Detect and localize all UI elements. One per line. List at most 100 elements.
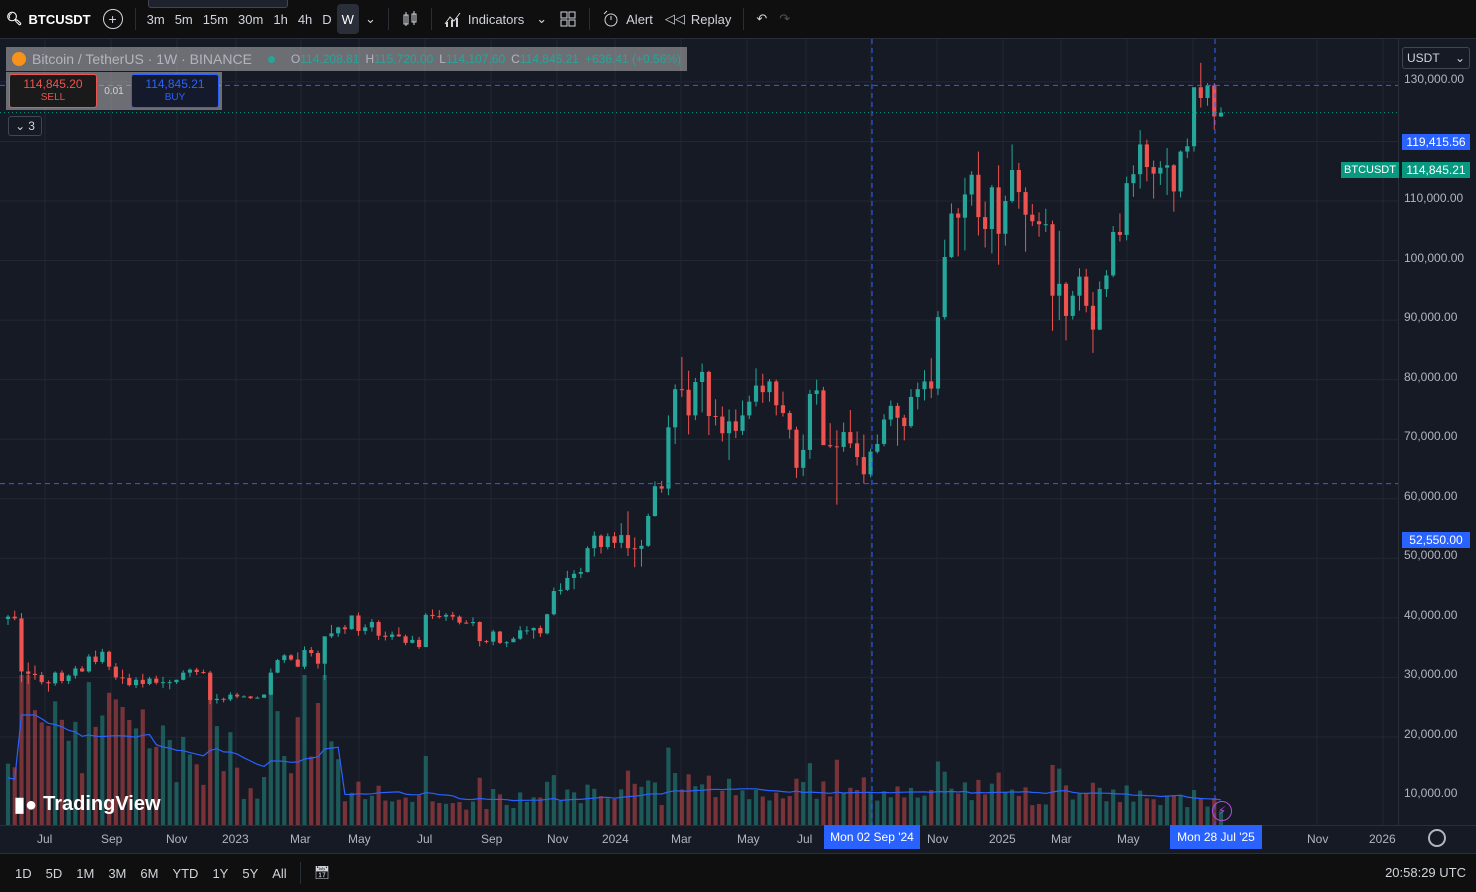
volume-bar: [1057, 768, 1062, 825]
symbol-search-button[interactable]: 🔍︎ BTCUSDT: [0, 4, 97, 34]
candle-body: [113, 666, 118, 678]
timeframe-5m[interactable]: 5m: [170, 4, 198, 34]
chart-pane[interactable]: [0, 39, 1398, 825]
time-label: Jul: [797, 832, 813, 846]
volume-bar: [302, 675, 307, 825]
layout-button[interactable]: [553, 4, 583, 34]
range-3m[interactable]: 3M: [101, 866, 133, 881]
volume-bar: [349, 792, 354, 825]
currency-select[interactable]: USDT ⌄: [1402, 47, 1470, 69]
candle-body: [531, 627, 536, 631]
candle-body: [106, 651, 112, 667]
tradingview-logo: ▮● TradingView: [14, 792, 161, 817]
timeframe-4h[interactable]: 4h: [293, 4, 317, 34]
candle-body: [733, 421, 738, 431]
candle-body: [774, 381, 779, 406]
volume-bar: [524, 801, 529, 825]
timeframe-dropdown-button[interactable]: ⌄: [359, 4, 382, 34]
candle-body: [187, 669, 193, 673]
indicators-collapse-button[interactable]: ⌄ 3: [8, 116, 42, 136]
volume-bar: [1030, 805, 1035, 825]
volume-bar: [949, 788, 954, 825]
volume-bar: [437, 802, 442, 825]
range-1m[interactable]: 1M: [69, 866, 101, 881]
volume-bar: [1003, 791, 1008, 825]
range-ytd[interactable]: YTD: [165, 866, 205, 881]
timeframe-w[interactable]: W: [336, 4, 359, 34]
grid-icon: [560, 11, 576, 27]
range-1d[interactable]: 1D: [8, 866, 39, 881]
candle-body: [1205, 85, 1210, 98]
candle-body: [383, 635, 388, 637]
bottom-toolbar: 1D 5D 1M 3M 6M YTD 1Y 5Y All 📅︎: [0, 853, 1476, 892]
candle-body: [747, 401, 752, 416]
buy-button[interactable]: 114,845.21 BUY: [131, 74, 219, 108]
candle-body: [39, 675, 44, 683]
volume-bar: [336, 759, 341, 825]
utc-clock[interactable]: 20:58:29 UTC: [1385, 865, 1466, 880]
timeframe-3m[interactable]: 3m: [142, 4, 170, 34]
sell-button[interactable]: 114,845.20 SELL: [9, 74, 97, 108]
range-5y[interactable]: 5Y: [235, 866, 265, 881]
chart-canvas[interactable]: [0, 39, 1398, 825]
candle-body: [497, 631, 503, 643]
replay-button[interactable]: ◁◁ Replay: [659, 4, 737, 34]
candle-body: [261, 694, 267, 698]
candle-body: [1111, 231, 1116, 276]
candle-body: [571, 573, 577, 578]
indicators-dropdown-button[interactable]: ⌄: [530, 4, 553, 34]
candle-body: [585, 548, 590, 572]
chart-type-button[interactable]: [395, 4, 425, 34]
candle-body: [390, 634, 395, 637]
volume-bar: [861, 777, 866, 825]
volume-bar: [484, 809, 489, 825]
range-1y[interactable]: 1Y: [205, 866, 235, 881]
volume-bar: [686, 774, 691, 825]
date-range-button[interactable]: 📅︎: [307, 865, 338, 881]
candle-body: [693, 382, 698, 416]
volume-bar: [1023, 787, 1028, 825]
candle-body: [1104, 275, 1109, 290]
indicators-button[interactable]: Indicators: [438, 4, 530, 34]
volume-bar: [518, 792, 523, 825]
range-all[interactable]: All: [265, 866, 293, 881]
timeframe-d[interactable]: D: [317, 4, 336, 34]
candle-body: [949, 213, 954, 257]
volume-bar: [1171, 795, 1176, 825]
alert-button[interactable]: Alert: [596, 4, 659, 34]
price-label: 100,000.00: [1404, 251, 1465, 265]
price-label: 10,000.00: [1404, 786, 1458, 800]
top-toolbar: 🔍︎ BTCUSDT + 3m 5m 15m 30m 1h 4h D W ⌄ Indicato…: [0, 0, 1476, 39]
volume-bar: [5, 763, 11, 825]
volume-bar: [221, 771, 226, 825]
price-label: 80,000.00: [1404, 370, 1458, 384]
candle-body: [673, 389, 678, 428]
compare-button[interactable]: +: [97, 4, 129, 34]
lightning-icon[interactable]: ⚡︎: [1212, 801, 1232, 821]
timeframe-30m[interactable]: 30m: [233, 4, 268, 34]
candle-body: [93, 656, 98, 662]
volume-bar: [989, 783, 994, 825]
timeframe-15m[interactable]: 15m: [198, 4, 233, 34]
undo-button[interactable]: ↶: [750, 4, 773, 34]
range-5d[interactable]: 5D: [39, 866, 70, 881]
timeframe-1h[interactable]: 1h: [268, 4, 292, 34]
logo-text: TradingView: [43, 793, 161, 815]
range-6m[interactable]: 6M: [133, 866, 165, 881]
candle-body: [1144, 144, 1149, 168]
volume-bar: [807, 763, 813, 825]
candle-body: [302, 650, 307, 667]
volume-bar: [1205, 806, 1210, 825]
gear-icon[interactable]: [1428, 829, 1446, 847]
candle-body: [706, 371, 711, 416]
redo-button[interactable]: ↷: [773, 4, 796, 34]
candle-body: [639, 545, 644, 549]
volume-bar: [915, 797, 920, 825]
volume-bar: [369, 795, 374, 825]
volume-bar: [1151, 799, 1156, 825]
current-price-tag: 114,845.21: [1402, 162, 1470, 178]
candle-body: [32, 673, 38, 676]
volume-bar: [592, 788, 597, 825]
volume-bar: [282, 756, 287, 825]
volume-bar: [875, 800, 880, 825]
